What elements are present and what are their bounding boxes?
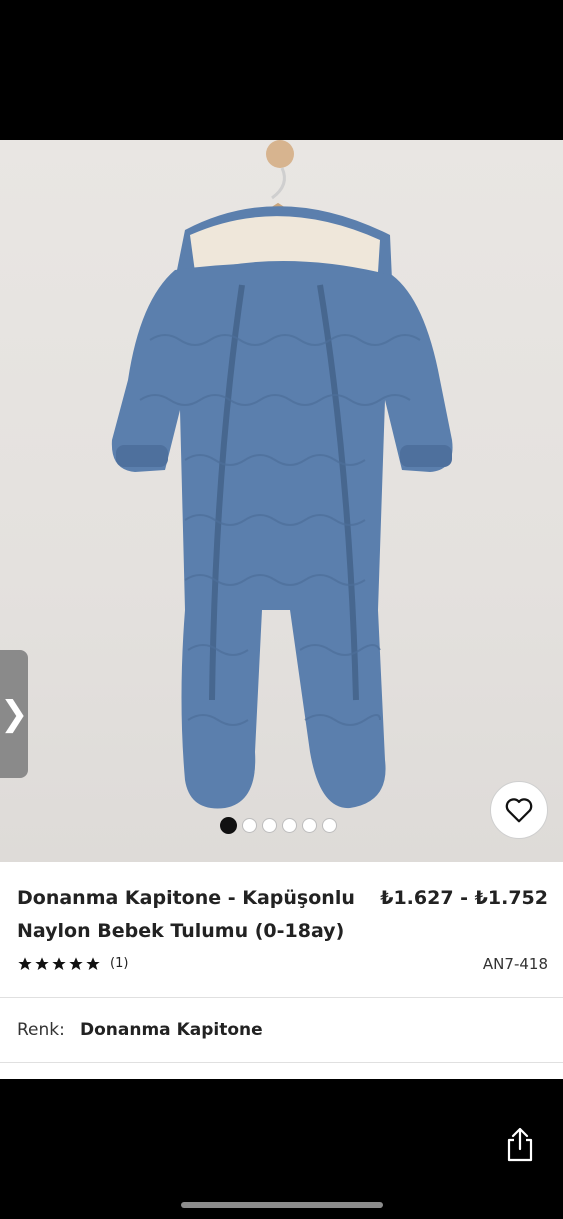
- product-image: [111, 140, 453, 809]
- star-icon: [18, 957, 32, 970]
- gallery-next-button[interactable]: ❯: [0, 650, 29, 778]
- product-title: Donanma Kapitone - Kapüşonlu Naylon Bebe…: [17, 887, 355, 942]
- product-image-gallery[interactable]: ❯: [0, 140, 563, 862]
- color-selector[interactable]: Renk: Donanma Kapitone: [0, 997, 563, 1063]
- heart-icon: [505, 798, 533, 823]
- bottom-toolbar: [0, 1079, 563, 1219]
- star-icon: [86, 957, 100, 970]
- home-indicator[interactable]: [181, 1202, 383, 1208]
- product-info: Donanma Kapitone - Kapüşonlu Naylon Bebe…: [0, 862, 563, 997]
- star-icon: [52, 957, 66, 970]
- color-label: Renk:: [17, 1020, 65, 1040]
- star-icon: [35, 957, 49, 970]
- star-icon: [69, 957, 83, 970]
- review-count-link[interactable]: (1): [110, 955, 128, 973]
- top-bar: [0, 0, 563, 140]
- product-price: ₺1.627 - ₺1.752: [380, 887, 548, 909]
- product-sku: AN7-418: [482, 955, 548, 973]
- color-value: Donanma Kapitone: [80, 1020, 263, 1040]
- gallery-dot[interactable]: [262, 818, 277, 833]
- gallery-dot[interactable]: [220, 817, 237, 834]
- gallery-dot[interactable]: [282, 818, 297, 833]
- wishlist-button[interactable]: [490, 781, 548, 839]
- rating-stars[interactable]: [17, 956, 101, 972]
- share-icon[interactable]: [504, 1127, 536, 1163]
- chevron-right-icon: ❯: [0, 694, 29, 734]
- gallery-dot[interactable]: [302, 818, 317, 833]
- gallery-dot[interactable]: [322, 818, 337, 833]
- gallery-pagination: [220, 817, 337, 834]
- gallery-dot[interactable]: [242, 818, 257, 833]
- content-divider: [0, 1063, 563, 1079]
